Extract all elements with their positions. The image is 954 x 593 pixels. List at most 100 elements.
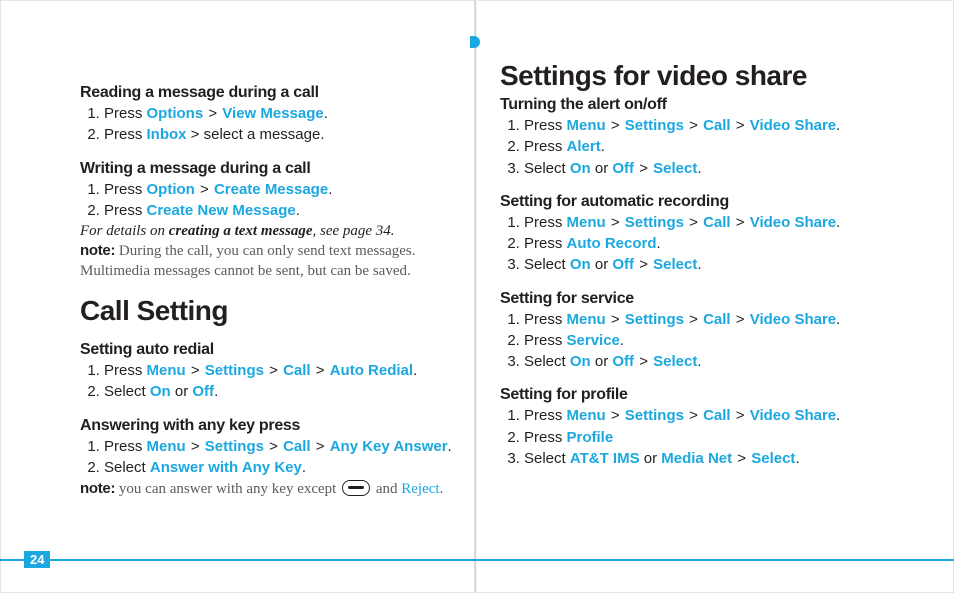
section-reading-title: Reading a message during a call (80, 84, 470, 102)
step-text: . (795, 450, 799, 467)
path-separator: > (732, 450, 751, 467)
path-separator: > (203, 105, 222, 122)
ui-path-token: Auto Redial (330, 362, 413, 379)
path-separator: > (606, 117, 625, 134)
right-column: Settings for video share Turning the ale… (500, 60, 890, 470)
path-separator: > (606, 407, 625, 424)
path-separator: > (731, 311, 750, 328)
ui-path-token: Menu (567, 311, 606, 328)
note-body: During the call, you can only send text … (80, 243, 416, 279)
section-autoredial-steps: Press Menu > Settings > Call > Auto Redi… (98, 361, 470, 403)
note-body: . (440, 481, 444, 497)
step-text: Press (104, 202, 147, 219)
ui-path-token: Settings (625, 311, 684, 328)
step-text: . (836, 117, 840, 134)
list-item: Press Inbox > select a message. (104, 125, 470, 145)
step-text: or (640, 450, 662, 467)
ui-path-token: Settings (625, 117, 684, 134)
heading-video-share: Settings for video share (500, 60, 890, 92)
ui-path-token: Off (192, 383, 214, 400)
step-text: Select (524, 160, 570, 177)
note-emphasis: creating a text message (169, 223, 313, 239)
path-separator: > (634, 160, 653, 177)
step-text: Select (104, 383, 150, 400)
ui-path-token: Settings (625, 407, 684, 424)
note-block: note: you can answer with any key except… (80, 479, 470, 500)
end-call-key-icon (342, 480, 370, 496)
step-text: Press (524, 214, 567, 231)
path-separator: > (311, 438, 330, 455)
ui-path-token: Profile (567, 429, 614, 446)
step-text: . (697, 256, 701, 273)
ui-path-token: Auto Record (567, 235, 657, 252)
path-separator: > (264, 362, 283, 379)
step-text: . (601, 138, 605, 155)
step-text: . (448, 438, 452, 455)
step-text: Press (524, 138, 567, 155)
ui-path-token: Media Net (661, 450, 732, 467)
step-text: Select (524, 353, 570, 370)
note-body: you can answer with any key except (115, 481, 340, 497)
step-text: Press (524, 407, 567, 424)
note-text: , see page 34. (312, 223, 394, 239)
ui-path-token: Create Message (214, 181, 328, 198)
path-separator: > (195, 181, 214, 198)
cross-reference-note: For details on creating a text message, … (80, 223, 470, 240)
step-text: . (214, 383, 218, 400)
list-item: Press Auto Record. (524, 234, 890, 254)
list-item: Select On or Off > Select. (524, 159, 890, 179)
ui-path-token: Menu (567, 214, 606, 231)
note-text: For details on (80, 223, 169, 239)
path-separator: > (684, 214, 703, 231)
path-separator: > (311, 362, 330, 379)
list-item: Press Service. (524, 331, 890, 351)
list-item: Select AT&T IMS or Media Net > Select. (524, 449, 890, 469)
list-item: Press Alert. (524, 137, 890, 157)
ui-path-token: Options (147, 105, 204, 122)
section-autoredial-title: Setting auto redial (80, 341, 470, 359)
section-autorecord-steps: Press Menu > Settings > Call > Video Sha… (518, 213, 890, 276)
step-text: or (591, 256, 613, 273)
ui-path-token: Service (567, 332, 620, 349)
list-item: Select On or Off. (104, 382, 470, 402)
step-text: . (296, 202, 300, 219)
page-number: 24 (24, 551, 50, 568)
step-text: . (324, 105, 328, 122)
step-text: . (302, 459, 306, 476)
ui-path-token: Settings (625, 214, 684, 231)
list-item: Press Options > View Message. (104, 104, 470, 124)
list-item: Press Option > Create Message. (104, 180, 470, 200)
ui-path-token: Off (612, 256, 634, 273)
list-item: Press Menu > Settings > Call > Video Sha… (524, 310, 890, 330)
section-service-title: Setting for service (500, 290, 890, 308)
note-body: and (372, 481, 401, 497)
section-service-steps: Press Menu > Settings > Call > Video Sha… (518, 310, 890, 373)
ui-path-token: Select (751, 450, 795, 467)
note-block: note: During the call, you can only send… (80, 241, 470, 281)
ui-path-token: Any Key Answer (330, 438, 448, 455)
step-text: . (697, 353, 701, 370)
step-text: . (697, 160, 701, 177)
ui-path-token: Video Share (750, 407, 836, 424)
step-text: . (836, 407, 840, 424)
ui-path-token: On (570, 256, 591, 273)
ui-path-token: Select (653, 256, 697, 273)
list-item: Press Profile (524, 428, 890, 448)
step-text: Select (524, 450, 570, 467)
list-item: Press Create New Message. (104, 201, 470, 221)
section-reading-steps: Press Options > View Message. Press Inbo… (98, 104, 470, 146)
path-separator: > (264, 438, 283, 455)
page-footer-rule: 24 (0, 559, 954, 561)
ui-path-token: Menu (567, 117, 606, 134)
path-separator: > (634, 353, 653, 370)
step-text: Press (524, 429, 567, 446)
list-item: Press Menu > Settings > Call > Any Key A… (104, 437, 470, 457)
step-text: > select a message. (187, 126, 325, 143)
list-item: Select On or Off > Select. (524, 352, 890, 372)
path-separator: > (731, 117, 750, 134)
ui-path-token: Menu (147, 438, 186, 455)
section-profile-title: Setting for profile (500, 386, 890, 404)
ui-path-token: On (570, 353, 591, 370)
ui-path-token: Off (612, 353, 634, 370)
ui-path-token: Option (147, 181, 195, 198)
